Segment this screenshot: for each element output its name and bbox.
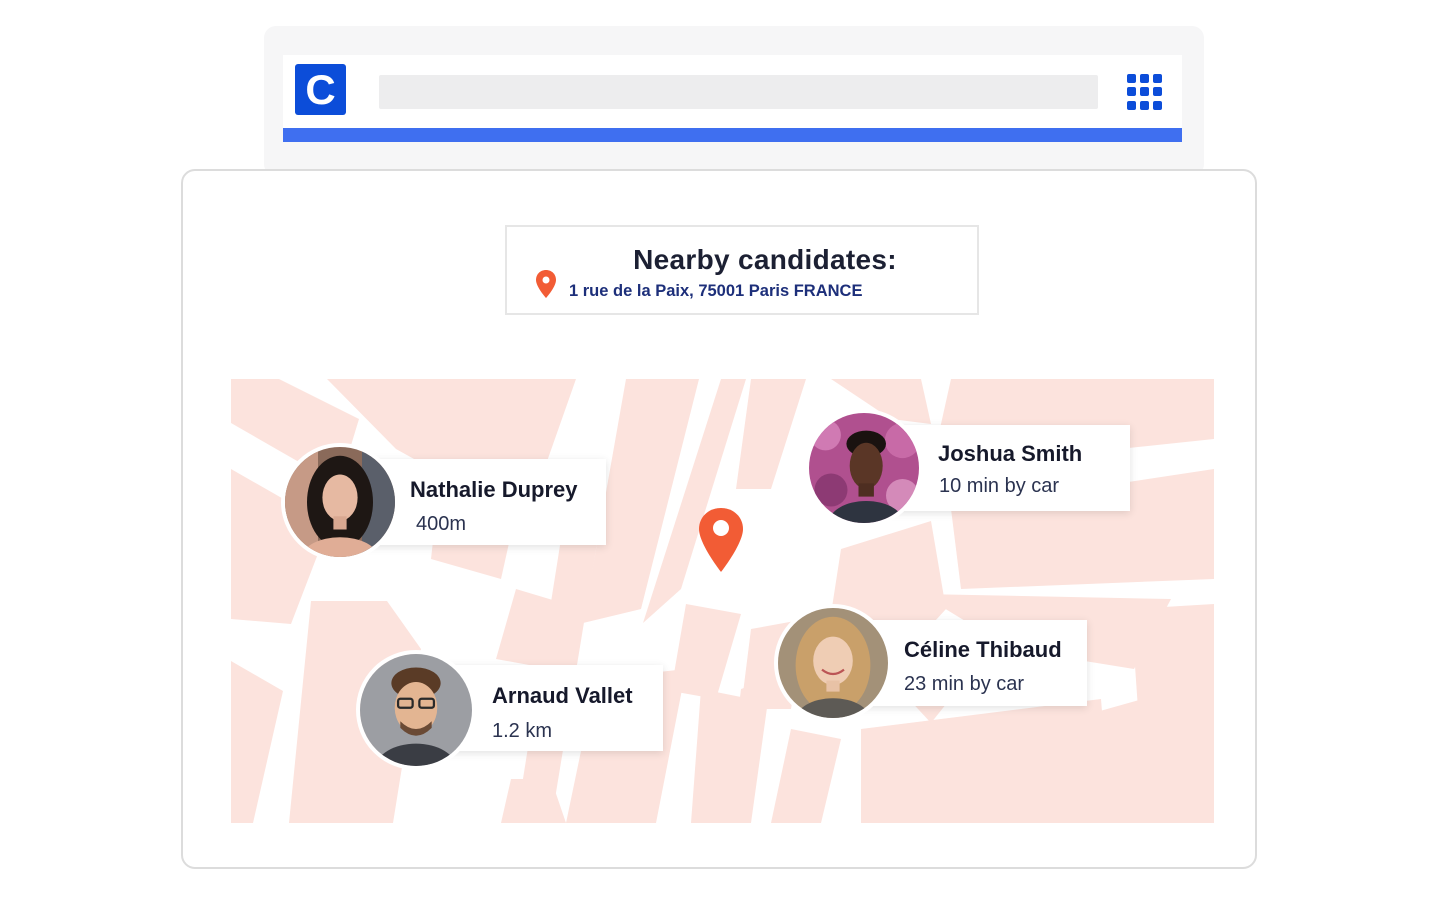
page-title: Nearby candidates:	[633, 244, 897, 275]
avatar	[356, 650, 476, 770]
search-location-card: Nearby candidates: 1 rue de la Paix, 750…	[505, 225, 979, 315]
map-pin-icon	[536, 270, 556, 298]
browser-accent-bar	[283, 128, 1182, 142]
avatar	[281, 443, 399, 561]
map-pin-icon[interactable]	[697, 506, 745, 574]
candidate-name: Joshua Smith	[938, 441, 1083, 466]
candidate-distance: 1.2 km	[492, 720, 553, 742]
logo-letter: C	[305, 65, 336, 113]
candidate-distance: 23 min by car	[904, 673, 1025, 695]
candidate-distance: 10 min by car	[939, 475, 1060, 497]
app-logo[interactable]: C	[295, 64, 346, 115]
search-input[interactable]	[379, 75, 1098, 109]
location-address: 1 rue de la Paix, 75001 Paris FRANCE	[569, 282, 863, 300]
candidate-distance: 400m	[416, 513, 467, 535]
avatar	[805, 409, 923, 527]
candidate-name: Céline Thibaud	[904, 637, 1062, 662]
candidate-name: Nathalie Duprey	[410, 477, 578, 502]
grid-icon[interactable]	[1127, 74, 1163, 110]
avatar	[774, 604, 892, 722]
candidate-name: Arnaud Vallet	[492, 683, 633, 708]
